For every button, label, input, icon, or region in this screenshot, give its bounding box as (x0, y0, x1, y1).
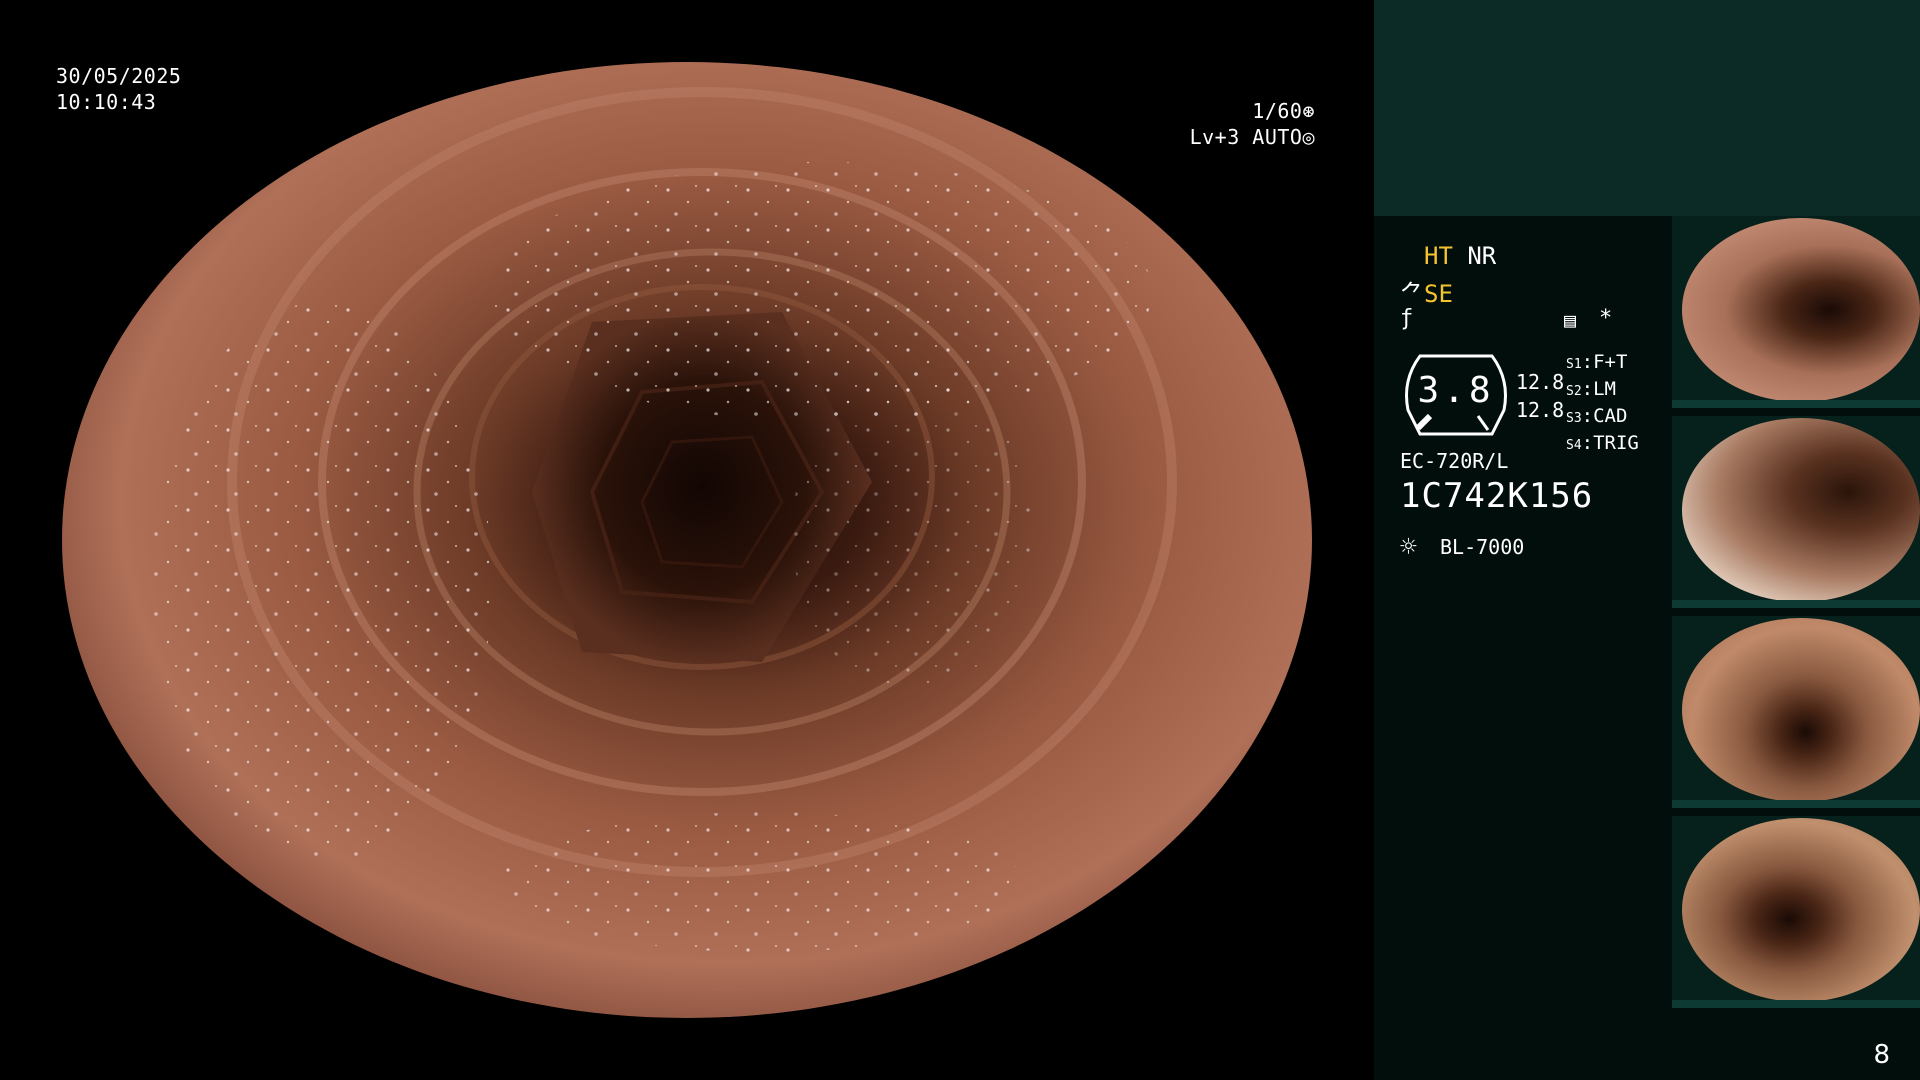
thumbnail-2[interactable] (1672, 416, 1920, 608)
date-time-display: 30/05/2025 10:10:43 (56, 63, 181, 115)
slot-s1: S1:F+T (1566, 351, 1628, 373)
level-text: Lv+3 AUTO (1189, 125, 1303, 149)
light-source-label: BL-7000 (1440, 535, 1525, 559)
iris-icon: ◎ (1302, 125, 1315, 149)
image-mode-icon: ▤ (1564, 308, 1577, 332)
value-right-2: 12.8 (1516, 398, 1565, 422)
light-source-icon: ☼ (1400, 530, 1417, 563)
structure-enhancement: ⺈SE (1400, 274, 1453, 309)
endoscope-image (62, 62, 1312, 1018)
scope-serial: 1C742K156 (1400, 476, 1594, 516)
level-row: Lv+3 AUTO◎ (1190, 124, 1315, 150)
thumbnail-bar (1672, 1000, 1920, 1008)
info-panel: HT NR ⺈SE ƒ ▤ * 3.8 12.8 12.8 S1:F+T S2:… (1374, 0, 1920, 1080)
slot-s4: S4:TRIG (1566, 432, 1639, 454)
switch-assignments: S1:F+T S2:LM S3:CAD S4:TRIG (1566, 350, 1666, 458)
shutter-text: 1/60 (1252, 99, 1303, 123)
zoom-value: 3.8 (1417, 370, 1495, 411)
ht-label: HT (1424, 242, 1453, 270)
shutter-row: 1/60⊛ (1190, 98, 1315, 124)
slot-s3: S3:CAD (1566, 405, 1628, 427)
aperture-icon: ⊛ (1302, 99, 1315, 123)
panel-header-area (1374, 0, 1920, 216)
colon-lumen-view (62, 62, 1312, 1018)
enhancement-mode: HT NR (1424, 242, 1496, 270)
scope-model: EC-720R/L (1400, 449, 1509, 473)
slot-s2: S2:LM (1566, 378, 1616, 400)
freeze-icon: ƒ (1400, 306, 1414, 331)
nr-label: NR (1467, 242, 1497, 270)
thumbnail-4[interactable] (1672, 816, 1920, 1008)
thumbnail-bar (1672, 600, 1920, 608)
se-label: SE (1424, 280, 1453, 308)
thumbnail-3[interactable] (1672, 616, 1920, 808)
date-text: 30/05/2025 (56, 64, 182, 88)
thumbnail-1[interactable] (1672, 216, 1920, 408)
page-number: 8 (1873, 1040, 1890, 1070)
time-text: 10:10:43 (56, 90, 157, 114)
thumbnail-bar (1672, 400, 1920, 408)
thumbnail-bar (1672, 800, 1920, 808)
exposure-info: 1/60⊛ Lv+3 AUTO◎ (1190, 98, 1315, 150)
edge-icon: ⺈ (1400, 280, 1424, 308)
value-right-1: 12.8 (1516, 370, 1565, 394)
star-marker: * (1599, 306, 1613, 331)
